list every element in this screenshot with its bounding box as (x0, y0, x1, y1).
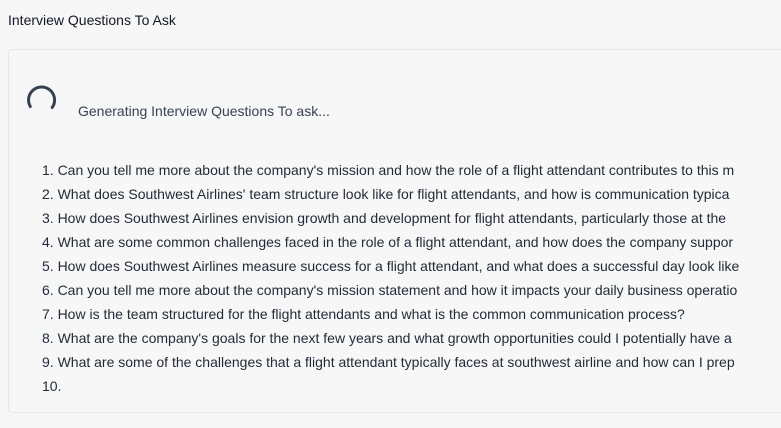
question-item: 6. Can you tell me more about the compan… (42, 282, 738, 298)
loading-spinner-icon (27, 85, 57, 109)
question-item: 1. Can you tell me more about the compan… (42, 162, 735, 178)
page-title: Interview Questions To Ask (8, 12, 176, 28)
question-item: 9. What are some of the challenges that … (42, 354, 735, 370)
question-item: 4. What are some common challenges faced… (42, 234, 734, 250)
question-item: 8. What are the company's goals for the … (42, 330, 732, 346)
question-item: 5. How does Southwest Airlines measure s… (42, 258, 740, 274)
question-item: 7. How is the team structured for the fl… (42, 306, 685, 322)
status-text: Generating Interview Questions To ask... (78, 103, 330, 119)
question-item: 3. How does Southwest Airlines envision … (42, 210, 727, 226)
question-item: 2. What does Southwest Airlines' team st… (42, 186, 730, 202)
questions-panel: Generating Interview Questions To ask...… (8, 49, 781, 413)
question-item: 10. (42, 378, 62, 394)
questions-list: 1. Can you tell me more about the compan… (42, 158, 739, 398)
